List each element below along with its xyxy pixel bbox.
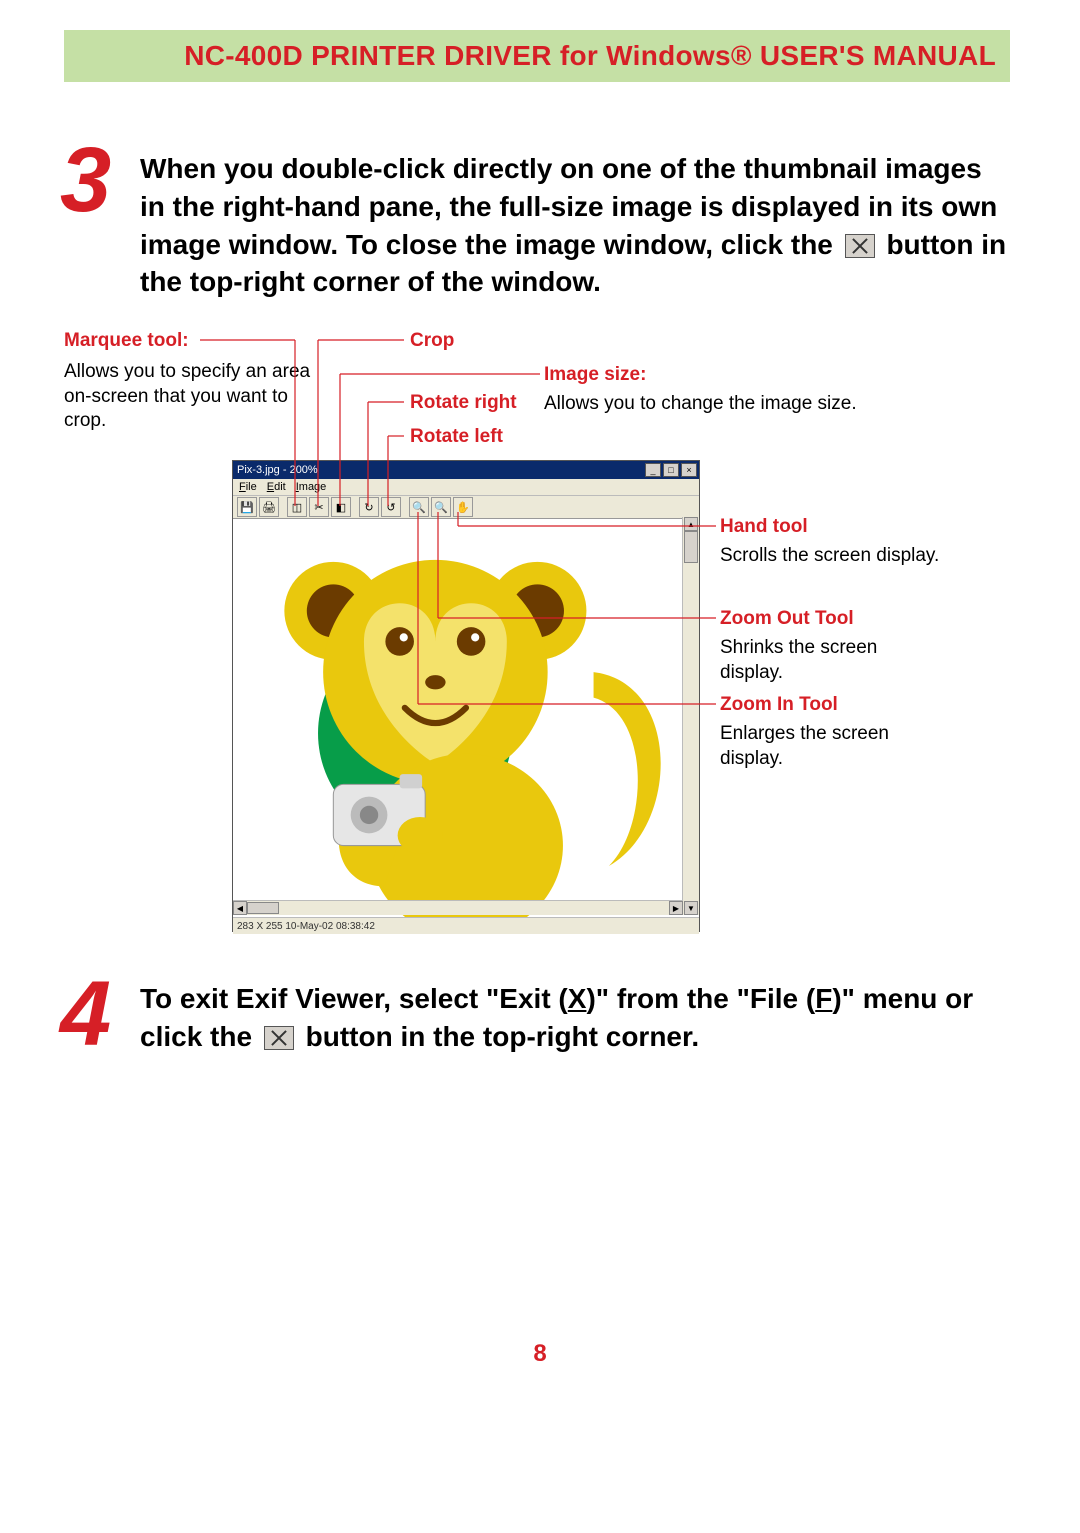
label-hand-title: Hand tool bbox=[720, 516, 808, 538]
step-3-text: When you double-click directly on one of… bbox=[140, 150, 1010, 301]
image-window: Pix-3.jpg - 200% _ □ × File Edit Image 💾… bbox=[232, 460, 700, 932]
toolbar-zoom-out-icon[interactable]: 🔍 bbox=[431, 497, 451, 517]
scroll-left-arrow-icon[interactable]: ◀ bbox=[233, 901, 247, 915]
menu-image[interactable]: Image bbox=[296, 481, 327, 493]
status-text: 283 X 255 10-May-02 08:38:42 bbox=[237, 921, 375, 932]
step4-prefix: To exit Exif Viewer, select "Exit ( bbox=[140, 983, 568, 1014]
toolbar-crop-icon[interactable]: ✂ bbox=[309, 497, 329, 517]
label-zoomout-title: Zoom Out Tool bbox=[720, 608, 854, 630]
step-4-text: To exit Exif Viewer, select "Exit (X)" f… bbox=[140, 980, 1010, 1056]
scroll-up-arrow-icon[interactable]: ▲ bbox=[684, 517, 698, 531]
label-crop-title: Crop bbox=[410, 330, 454, 352]
toolbar-hand-icon[interactable]: ✋ bbox=[453, 497, 473, 517]
label-zoomin-title: Zoom In Tool bbox=[720, 694, 838, 716]
vertical-scrollbar[interactable]: ▲ ▼ bbox=[682, 517, 699, 915]
label-image-size-desc: Allows you to change the image size. bbox=[544, 392, 944, 417]
page-number: 8 bbox=[0, 1340, 1080, 1368]
label-rotate-right-title: Rotate right bbox=[410, 392, 517, 414]
scroll-right-arrow-icon[interactable]: ▶ bbox=[669, 901, 683, 915]
menu-edit[interactable]: Edit bbox=[267, 481, 286, 493]
window-title: Pix-3.jpg - 200% bbox=[237, 464, 318, 476]
window-menubar: File Edit Image bbox=[233, 479, 699, 496]
toolbar-zoom-in-icon[interactable]: 🔍 bbox=[409, 497, 429, 517]
header-band: NC-400D PRINTER DRIVER for Windows® USER… bbox=[64, 30, 1010, 82]
monkey-illustration bbox=[233, 519, 699, 917]
toolbar-marquee-icon[interactable]: ◫ bbox=[287, 497, 307, 517]
label-marquee-desc: Allows you to specify an area on-screen … bbox=[64, 360, 324, 434]
label-hand-desc: Scrolls the screen display. bbox=[720, 544, 940, 569]
image-canvas[interactable] bbox=[233, 519, 699, 917]
label-zoomout-desc: Shrinks the screen display. bbox=[720, 636, 940, 685]
window-minimize-button[interactable]: _ bbox=[645, 463, 661, 477]
step-number-3: 3 bbox=[60, 128, 111, 233]
exit-hotkey: X bbox=[568, 983, 587, 1014]
window-statusbar: 283 X 255 10-May-02 08:38:42 bbox=[233, 917, 699, 934]
step-number-4: 4 bbox=[60, 962, 111, 1067]
step4-mid1: )" from the "File ( bbox=[586, 983, 815, 1014]
scroll-h-thumb[interactable] bbox=[247, 902, 279, 914]
window-close-button[interactable]: × bbox=[681, 463, 697, 477]
scroll-down-arrow-icon[interactable]: ▼ bbox=[684, 901, 698, 915]
toolbar-print-icon[interactable]: 🖨 bbox=[259, 497, 279, 517]
toolbar-save-icon[interactable]: 💾 bbox=[237, 497, 257, 517]
close-icon bbox=[264, 1026, 294, 1050]
window-toolbar: 💾 🖨 ◫ ✂ ◧ ↻ ↺ 🔍 🔍 ✋ bbox=[233, 496, 699, 519]
window-maximize-button[interactable]: □ bbox=[663, 463, 679, 477]
step4-suffix: button in the top-right corner. bbox=[306, 1021, 700, 1052]
toolbar-rotate-left-icon[interactable]: ↺ bbox=[381, 497, 401, 517]
header-title: NC-400D PRINTER DRIVER for Windows® USER… bbox=[184, 40, 996, 72]
label-marquee-title: Marquee tool: bbox=[64, 330, 189, 352]
scroll-v-thumb[interactable] bbox=[684, 531, 698, 563]
toolbar-rotate-right-icon[interactable]: ↻ bbox=[359, 497, 379, 517]
label-zoomin-desc: Enlarges the screen display. bbox=[720, 722, 940, 771]
toolbar-image-size-icon[interactable]: ◧ bbox=[331, 497, 351, 517]
file-hotkey: F bbox=[815, 983, 832, 1014]
label-rotate-left-title: Rotate left bbox=[410, 426, 503, 448]
window-titlebar: Pix-3.jpg - 200% _ □ × bbox=[233, 461, 699, 479]
label-image-size-title: Image size: bbox=[544, 364, 646, 386]
horizontal-scrollbar[interactable]: ◀ ▶ bbox=[233, 900, 683, 915]
close-icon bbox=[845, 234, 875, 258]
menu-file[interactable]: File bbox=[239, 481, 257, 493]
